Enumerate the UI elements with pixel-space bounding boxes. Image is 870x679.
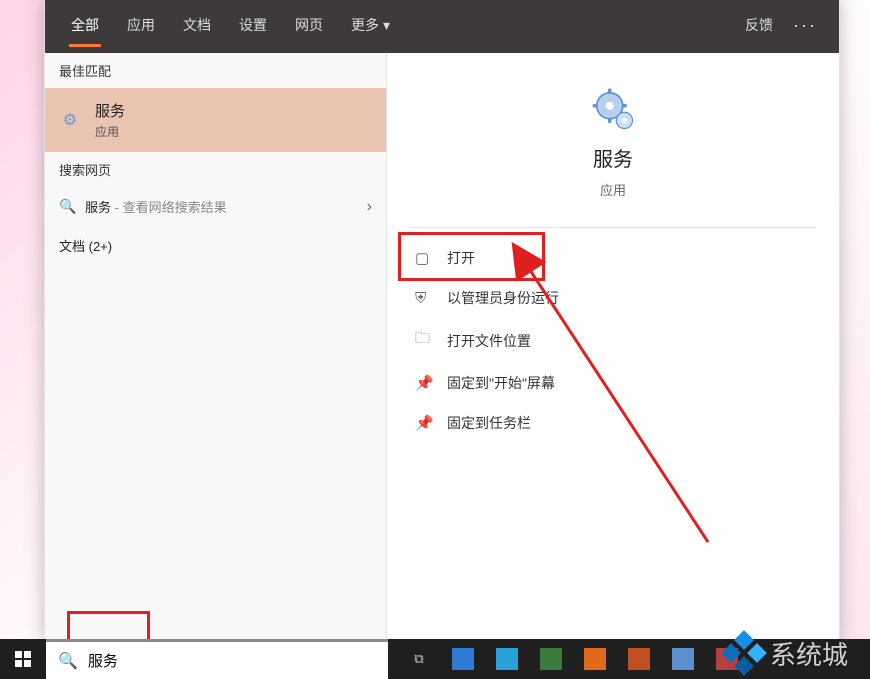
best-match-title: 服务 bbox=[95, 100, 125, 121]
action-pin-taskbar-label: 固定到任务栏 bbox=[447, 413, 531, 433]
action-open-location-label: 打开文件位置 bbox=[447, 331, 531, 351]
pin-icon: 📌 bbox=[415, 374, 433, 392]
preview-hero: 服务 应用 bbox=[387, 53, 839, 219]
filter-tabbar: 全部 应用 文档 设置 网页 更多 ▾ 反馈 ··· bbox=[45, 0, 839, 53]
search-icon: 🔍 bbox=[58, 651, 78, 671]
chevron-right-icon: › bbox=[367, 198, 372, 216]
action-pin-start-label: 固定到"开始"屏幕 bbox=[447, 373, 555, 393]
best-match-subtitle: 应用 bbox=[95, 123, 125, 140]
results-list: 最佳匹配 ⚙ 服务 应用 搜索网页 🔍 服务 - 查看网络搜索结果 › 文档 (… bbox=[45, 53, 387, 639]
web-item-label: 服务 bbox=[85, 200, 111, 215]
tab-docs[interactable]: 文档 bbox=[169, 0, 225, 53]
best-match-header: 最佳匹配 bbox=[45, 53, 386, 88]
taskbar-app-3[interactable] bbox=[530, 639, 572, 679]
best-match-text: 服务 应用 bbox=[95, 100, 125, 140]
tab-settings[interactable]: 设置 bbox=[225, 0, 281, 53]
services-gear-large-icon bbox=[587, 83, 639, 135]
action-run-admin-label: 以管理员身份运行 bbox=[447, 288, 559, 308]
action-open-label: 打开 bbox=[447, 248, 475, 268]
action-pin-taskbar[interactable]: 📌 固定到任务栏 bbox=[397, 403, 829, 443]
taskbar-app-6[interactable] bbox=[662, 639, 704, 679]
documents-header[interactable]: 文档 (2+) bbox=[45, 226, 386, 265]
tab-web[interactable]: 网页 bbox=[281, 0, 337, 53]
search-icon: 🔍 bbox=[59, 198, 75, 215]
shield-icon: ⛨ bbox=[415, 290, 433, 307]
tab-more[interactable]: 更多 ▾ bbox=[337, 0, 404, 53]
taskbar-app-7[interactable] bbox=[706, 639, 748, 679]
taskbar-app-1[interactable] bbox=[442, 639, 484, 679]
taskbar-app-5[interactable] bbox=[618, 639, 660, 679]
action-open[interactable]: ▢ 打开 bbox=[397, 238, 829, 278]
task-view-button[interactable]: ⧉ bbox=[398, 639, 440, 679]
best-match-item[interactable]: ⚙ 服务 应用 bbox=[45, 88, 386, 152]
windows-logo-icon bbox=[15, 651, 31, 667]
action-pin-start[interactable]: 📌 固定到"开始"屏幕 bbox=[397, 363, 829, 403]
taskbar-search[interactable]: 🔍 bbox=[46, 639, 388, 679]
tab-apps[interactable]: 应用 bbox=[113, 0, 169, 53]
feedback-link[interactable]: 反馈 bbox=[735, 15, 783, 35]
pin-icon: 📌 bbox=[415, 414, 433, 432]
action-list: ▢ 打开 ⛨ 以管理员身份运行 🗀 打开文件位置 📌 固定到"开始"屏幕 📌 bbox=[387, 234, 839, 447]
taskbar-app-2[interactable] bbox=[486, 639, 528, 679]
start-button[interactable] bbox=[0, 639, 46, 679]
search-flyout: 全部 应用 文档 设置 网页 更多 ▾ 反馈 ··· 最佳匹配 ⚙ 服务 应用 … bbox=[44, 0, 840, 640]
preview-pane: 服务 应用 ▢ 打开 ⛨ 以管理员身份运行 🗀 打开文件位置 📌 bbox=[387, 53, 839, 639]
web-item-hint: - 查看网络搜索结果 bbox=[111, 200, 227, 215]
preview-title: 服务 bbox=[593, 143, 633, 172]
web-search-item[interactable]: 🔍 服务 - 查看网络搜索结果 › bbox=[45, 187, 386, 226]
services-gear-icon: ⚙ bbox=[59, 109, 81, 131]
taskbar: 🔍 ⧉ bbox=[0, 639, 870, 679]
chevron-down-icon: ▾ bbox=[383, 17, 390, 34]
tab-all[interactable]: 全部 bbox=[57, 0, 113, 53]
folder-icon: 🗀 bbox=[415, 328, 433, 353]
results-body: 最佳匹配 ⚙ 服务 应用 搜索网页 🔍 服务 - 查看网络搜索结果 › 文档 (… bbox=[45, 53, 839, 639]
web-search-header: 搜索网页 bbox=[45, 152, 386, 187]
tab-more-label: 更多 bbox=[351, 15, 379, 35]
action-open-location[interactable]: 🗀 打开文件位置 bbox=[397, 318, 829, 363]
taskbar-pinned-apps: ⧉ bbox=[388, 639, 748, 679]
action-run-admin[interactable]: ⛨ 以管理员身份运行 bbox=[397, 278, 829, 318]
search-input[interactable] bbox=[88, 652, 376, 669]
divider bbox=[409, 227, 817, 228]
open-icon: ▢ bbox=[415, 249, 433, 267]
taskbar-app-4[interactable] bbox=[574, 639, 616, 679]
overflow-menu-icon[interactable]: ··· bbox=[783, 15, 827, 36]
preview-subtitle: 应用 bbox=[600, 180, 626, 199]
